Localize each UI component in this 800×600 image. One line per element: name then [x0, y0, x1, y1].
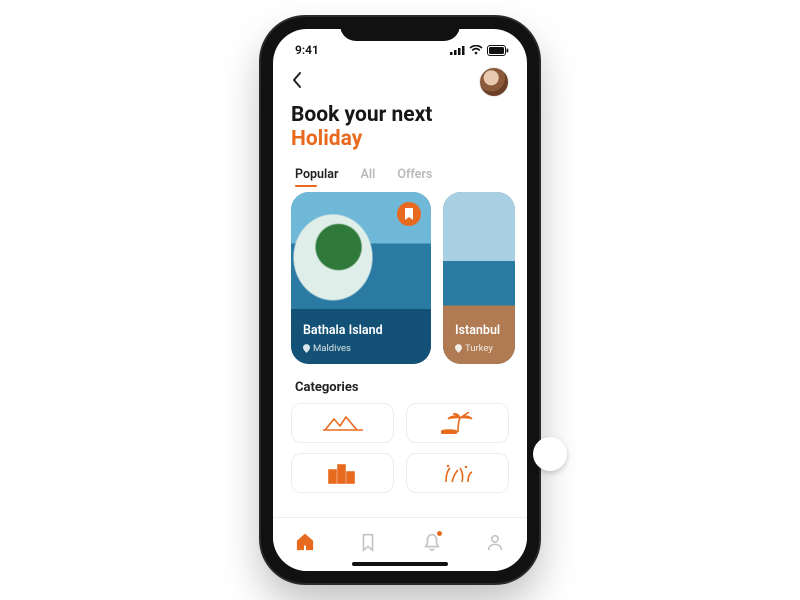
category-mountains[interactable] [291, 403, 394, 443]
home-icon [295, 532, 315, 552]
destination-card[interactable]: Bathala Island Maldives [291, 192, 431, 364]
device-notch [340, 17, 460, 41]
destination-title: Bathala Island [303, 323, 383, 338]
destination-location: Turkey [455, 343, 493, 354]
notification-badge [437, 531, 442, 536]
nav-notifications[interactable] [420, 530, 444, 554]
bookmark-button[interactable] [397, 202, 421, 226]
avatar[interactable] [479, 67, 509, 97]
title-line-2: Holiday [291, 127, 509, 151]
top-bar [273, 63, 527, 103]
destination-card[interactable]: Istanbul Turkey [443, 192, 515, 364]
tab-offers[interactable]: Offers [397, 167, 432, 182]
palm-icon [441, 412, 475, 434]
destination-title: Istanbul [455, 323, 500, 338]
category-beach[interactable] [406, 403, 509, 443]
destination-cards[interactable]: Bathala Island Maldives Istanbul Turkey [273, 192, 527, 364]
category-diving[interactable] [406, 453, 509, 493]
title-line-1: Book your next [291, 103, 509, 127]
tab-all[interactable]: All [360, 167, 375, 182]
coral-icon [440, 462, 476, 484]
categories-heading: Categories [273, 364, 527, 403]
category-city[interactable] [291, 453, 394, 493]
user-icon [485, 532, 505, 552]
destination-location-text: Turkey [465, 343, 493, 354]
status-time: 9:41 [295, 43, 319, 57]
signal-icon [450, 45, 465, 55]
tab-popular[interactable]: Popular [295, 167, 338, 182]
nav-home[interactable] [293, 530, 317, 554]
mountain-icon [323, 413, 363, 433]
categories-grid [273, 403, 527, 493]
wifi-icon [469, 45, 483, 55]
bookmark-icon [358, 532, 378, 552]
back-button[interactable] [291, 70, 303, 94]
pin-icon [303, 344, 310, 353]
destination-image [443, 192, 515, 364]
screen: 9:41 Book your next Holiday [273, 29, 527, 571]
phone-frame: 9:41 Book your next Holiday [261, 17, 539, 583]
filter-tabs: Popular All Offers [273, 159, 527, 192]
nav-profile[interactable] [483, 530, 507, 554]
destination-location-text: Maldives [313, 343, 351, 354]
cursor-indicator [533, 437, 567, 471]
home-indicator [352, 562, 448, 566]
battery-icon [487, 45, 509, 56]
pin-icon [455, 344, 462, 353]
status-indicators [450, 45, 509, 56]
destination-location: Maldives [303, 343, 351, 354]
page-title: Book your next Holiday [273, 103, 527, 159]
nav-bookmarks[interactable] [356, 530, 380, 554]
city-icon [325, 462, 361, 484]
